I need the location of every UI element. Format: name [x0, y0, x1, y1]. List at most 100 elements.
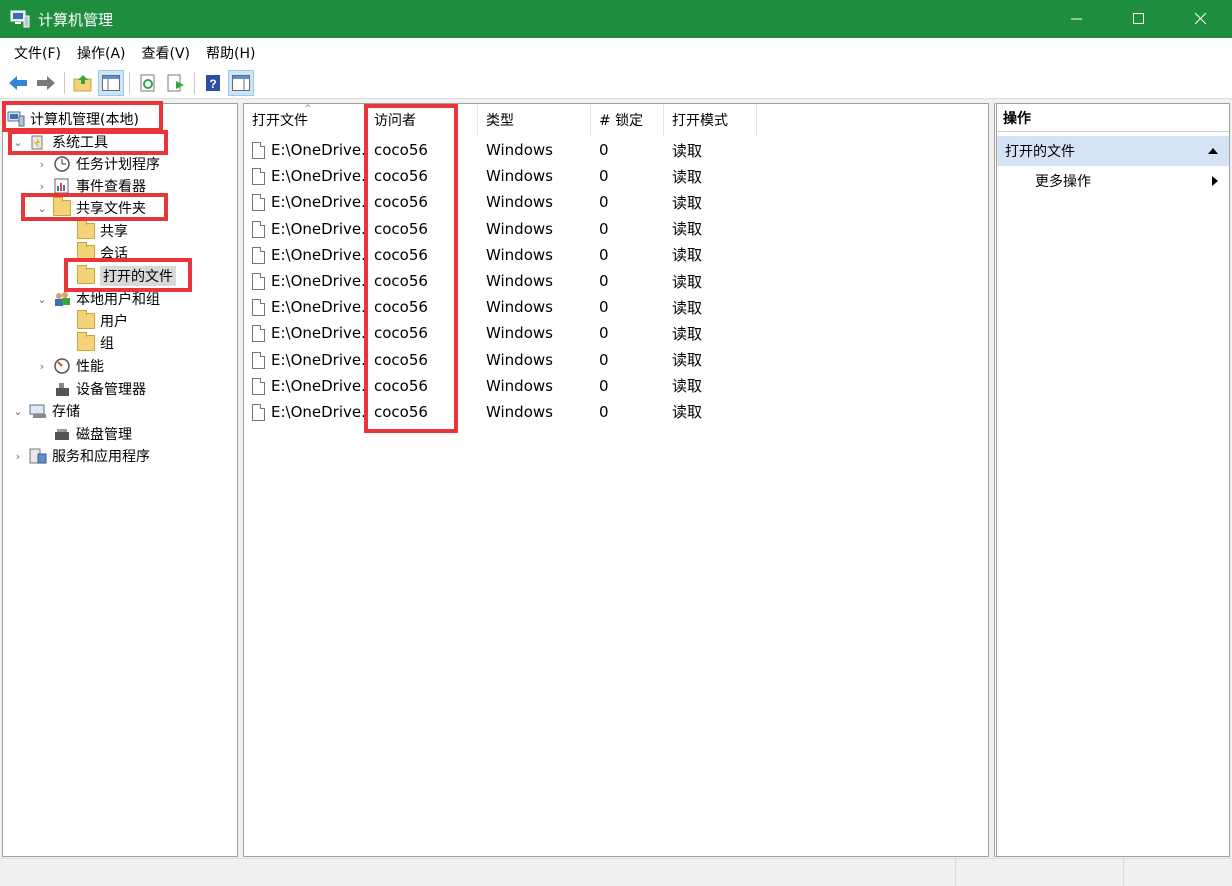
chevron-down-icon[interactable]: ⌄: [35, 202, 49, 215]
actions-section-open-files[interactable]: 打开的文件: [997, 136, 1229, 166]
table-row[interactable]: E:\OneDrive... coco56 Windows 0 读取: [244, 320, 988, 346]
menu-view[interactable]: 查看(V): [134, 43, 199, 63]
file-icon: [252, 142, 265, 160]
tree-item-root[interactable]: 计算机管理(本地): [7, 108, 139, 130]
folder-icon: [77, 332, 95, 351]
column-header-open-file[interactable]: ^ 打开文件: [244, 104, 366, 136]
table-cell: Windows: [486, 141, 553, 160]
table-row[interactable]: E:\OneDrive... coco56 Windows 0 读取: [244, 294, 988, 320]
tree-item-shares[interactable]: 共享: [77, 220, 128, 242]
table-row[interactable]: E:\OneDrive... coco56 Windows 0 读取: [244, 242, 988, 268]
tree-label: 服务和应用程序: [52, 449, 150, 465]
show-hide-action-pane-icon: [232, 74, 250, 91]
table-cell: 0: [599, 219, 609, 238]
table-cell: E:\OneDrive...: [244, 403, 366, 421]
table-row[interactable]: E:\OneDrive... coco56 Windows 0 读取: [244, 163, 988, 189]
table-cell: Windows: [486, 350, 553, 369]
file-path: E:\OneDrive...: [271, 324, 366, 343]
file-path: E:\OneDrive...: [271, 245, 366, 264]
show-hide-tree-button[interactable]: [98, 69, 124, 96]
forward-arrow-icon: [37, 75, 55, 90]
tree-item-users[interactable]: 用户: [77, 310, 128, 332]
table-cell: 0: [599, 298, 609, 317]
table-cell: E:\OneDrive...: [244, 324, 366, 343]
menu-file[interactable]: 文件(F): [6, 43, 69, 63]
forward-button[interactable]: [33, 70, 59, 96]
chevron-right-icon[interactable]: ›: [35, 360, 49, 373]
tree-item-local-users-groups[interactable]: ⌄ 本地用户和组: [35, 288, 160, 310]
tree-item-open-files[interactable]: 打开的文件: [77, 265, 176, 287]
file-path: E:\OneDrive...: [271, 219, 366, 238]
table-row[interactable]: E:\OneDrive... coco56 Windows 0 读取: [244, 347, 988, 373]
column-header-type[interactable]: 类型: [478, 104, 591, 136]
up-button[interactable]: [70, 70, 96, 96]
chevron-down-icon[interactable]: ⌄: [11, 136, 25, 149]
tree-item-services-apps[interactable]: › 服务和应用程序: [11, 445, 150, 467]
help-button[interactable]: ?: [200, 70, 226, 96]
table-cell: 0: [599, 272, 609, 291]
file-path: E:\OneDrive...: [271, 167, 366, 186]
status-segment: [955, 859, 1123, 886]
close-button[interactable]: [1170, 0, 1232, 38]
table-cell: 0: [599, 350, 609, 369]
chevron-down-icon[interactable]: ⌄: [11, 405, 25, 418]
up-folder-icon: [73, 74, 92, 91]
tree-item-groups[interactable]: 组: [77, 332, 114, 354]
refresh-button[interactable]: [135, 70, 161, 96]
tree-label: 磁盘管理: [76, 427, 132, 443]
column-label: 打开文件: [252, 113, 308, 129]
file-path: E:\OneDrive...: [271, 272, 366, 291]
table-cell: 读取: [672, 220, 703, 239]
svg-text:?: ?: [209, 77, 216, 91]
tree-item-disk-management[interactable]: 磁盘管理: [53, 423, 132, 445]
minimize-button[interactable]: [1046, 0, 1108, 38]
tree-item-event-viewer[interactable]: › 事件查看器: [35, 175, 146, 197]
navigation-tree: 计算机管理(本地) ⌄ 系统工具 › 任务计划程序 › 事件查看器 ⌄ 共享文件…: [2, 103, 238, 857]
show-hide-action-pane-button[interactable]: [228, 69, 254, 96]
tree-item-shared-folders[interactable]: ⌄ 共享文件夹: [35, 197, 146, 219]
tree-label: 事件查看器: [76, 179, 146, 195]
table-row[interactable]: E:\OneDrive... coco56 Windows 0 读取: [244, 399, 988, 425]
collapse-up-icon[interactable]: [1207, 147, 1219, 155]
tree-item-sessions[interactable]: 会话: [77, 242, 128, 264]
table-row[interactable]: E:\OneDrive... coco56 Windows 0 读取: [244, 137, 988, 163]
chevron-down-icon[interactable]: ⌄: [35, 293, 49, 306]
column-header-accessed-by[interactable]: 访问者: [366, 104, 478, 136]
toolbar-separator: [129, 71, 130, 94]
table-row[interactable]: E:\OneDrive... coco56 Windows 0 读取: [244, 373, 988, 399]
tree-item-device-manager[interactable]: 设备管理器: [53, 378, 146, 400]
menu-help[interactable]: 帮助(H): [198, 43, 263, 63]
menu-action[interactable]: 操作(A): [69, 43, 134, 63]
column-header-locks[interactable]: # 锁定: [591, 104, 664, 136]
chevron-right-icon[interactable]: ›: [35, 158, 49, 171]
table-cell: Windows: [486, 219, 553, 238]
file-icon: [252, 168, 265, 186]
table-row[interactable]: E:\OneDrive... coco56 Windows 0 读取: [244, 216, 988, 242]
shared-folder-icon: [53, 197, 71, 216]
chevron-right-icon[interactable]: ›: [35, 180, 49, 193]
tree-item-system-tools[interactable]: ⌄ 系统工具: [11, 131, 108, 153]
file-path: E:\OneDrive...: [271, 350, 366, 369]
table-row[interactable]: E:\OneDrive... coco56 Windows 0 读取: [244, 189, 988, 215]
table-header: ^ 打开文件 访问者 类型 # 锁定 打开模式: [244, 104, 988, 136]
tree-label: 任务计划程序: [76, 157, 160, 173]
back-button[interactable]: [5, 70, 31, 96]
table-cell: 0: [599, 245, 609, 264]
table-cell: Windows: [486, 402, 553, 421]
tree-label: 设备管理器: [76, 382, 146, 398]
export-list-button[interactable]: [163, 70, 189, 96]
file-icon: [252, 299, 265, 317]
table-cell: Windows: [486, 272, 553, 291]
tree-item-task-scheduler[interactable]: › 任务计划程序: [35, 153, 160, 175]
tree-item-performance[interactable]: › 性能: [35, 355, 104, 377]
table-row[interactable]: E:\OneDrive... coco56 Windows 0 读取: [244, 268, 988, 294]
table-cell: 0: [599, 324, 609, 343]
status-segment: [1123, 859, 1232, 886]
tree-item-storage[interactable]: ⌄ 存储: [11, 400, 80, 422]
maximize-button[interactable]: [1108, 0, 1170, 38]
table-cell: 0: [599, 167, 609, 186]
column-header-open-mode[interactable]: 打开模式: [664, 104, 757, 136]
table-cell: Windows: [486, 376, 553, 395]
more-actions-item[interactable]: 更多操作: [997, 166, 1229, 196]
chevron-right-icon[interactable]: ›: [11, 450, 25, 463]
